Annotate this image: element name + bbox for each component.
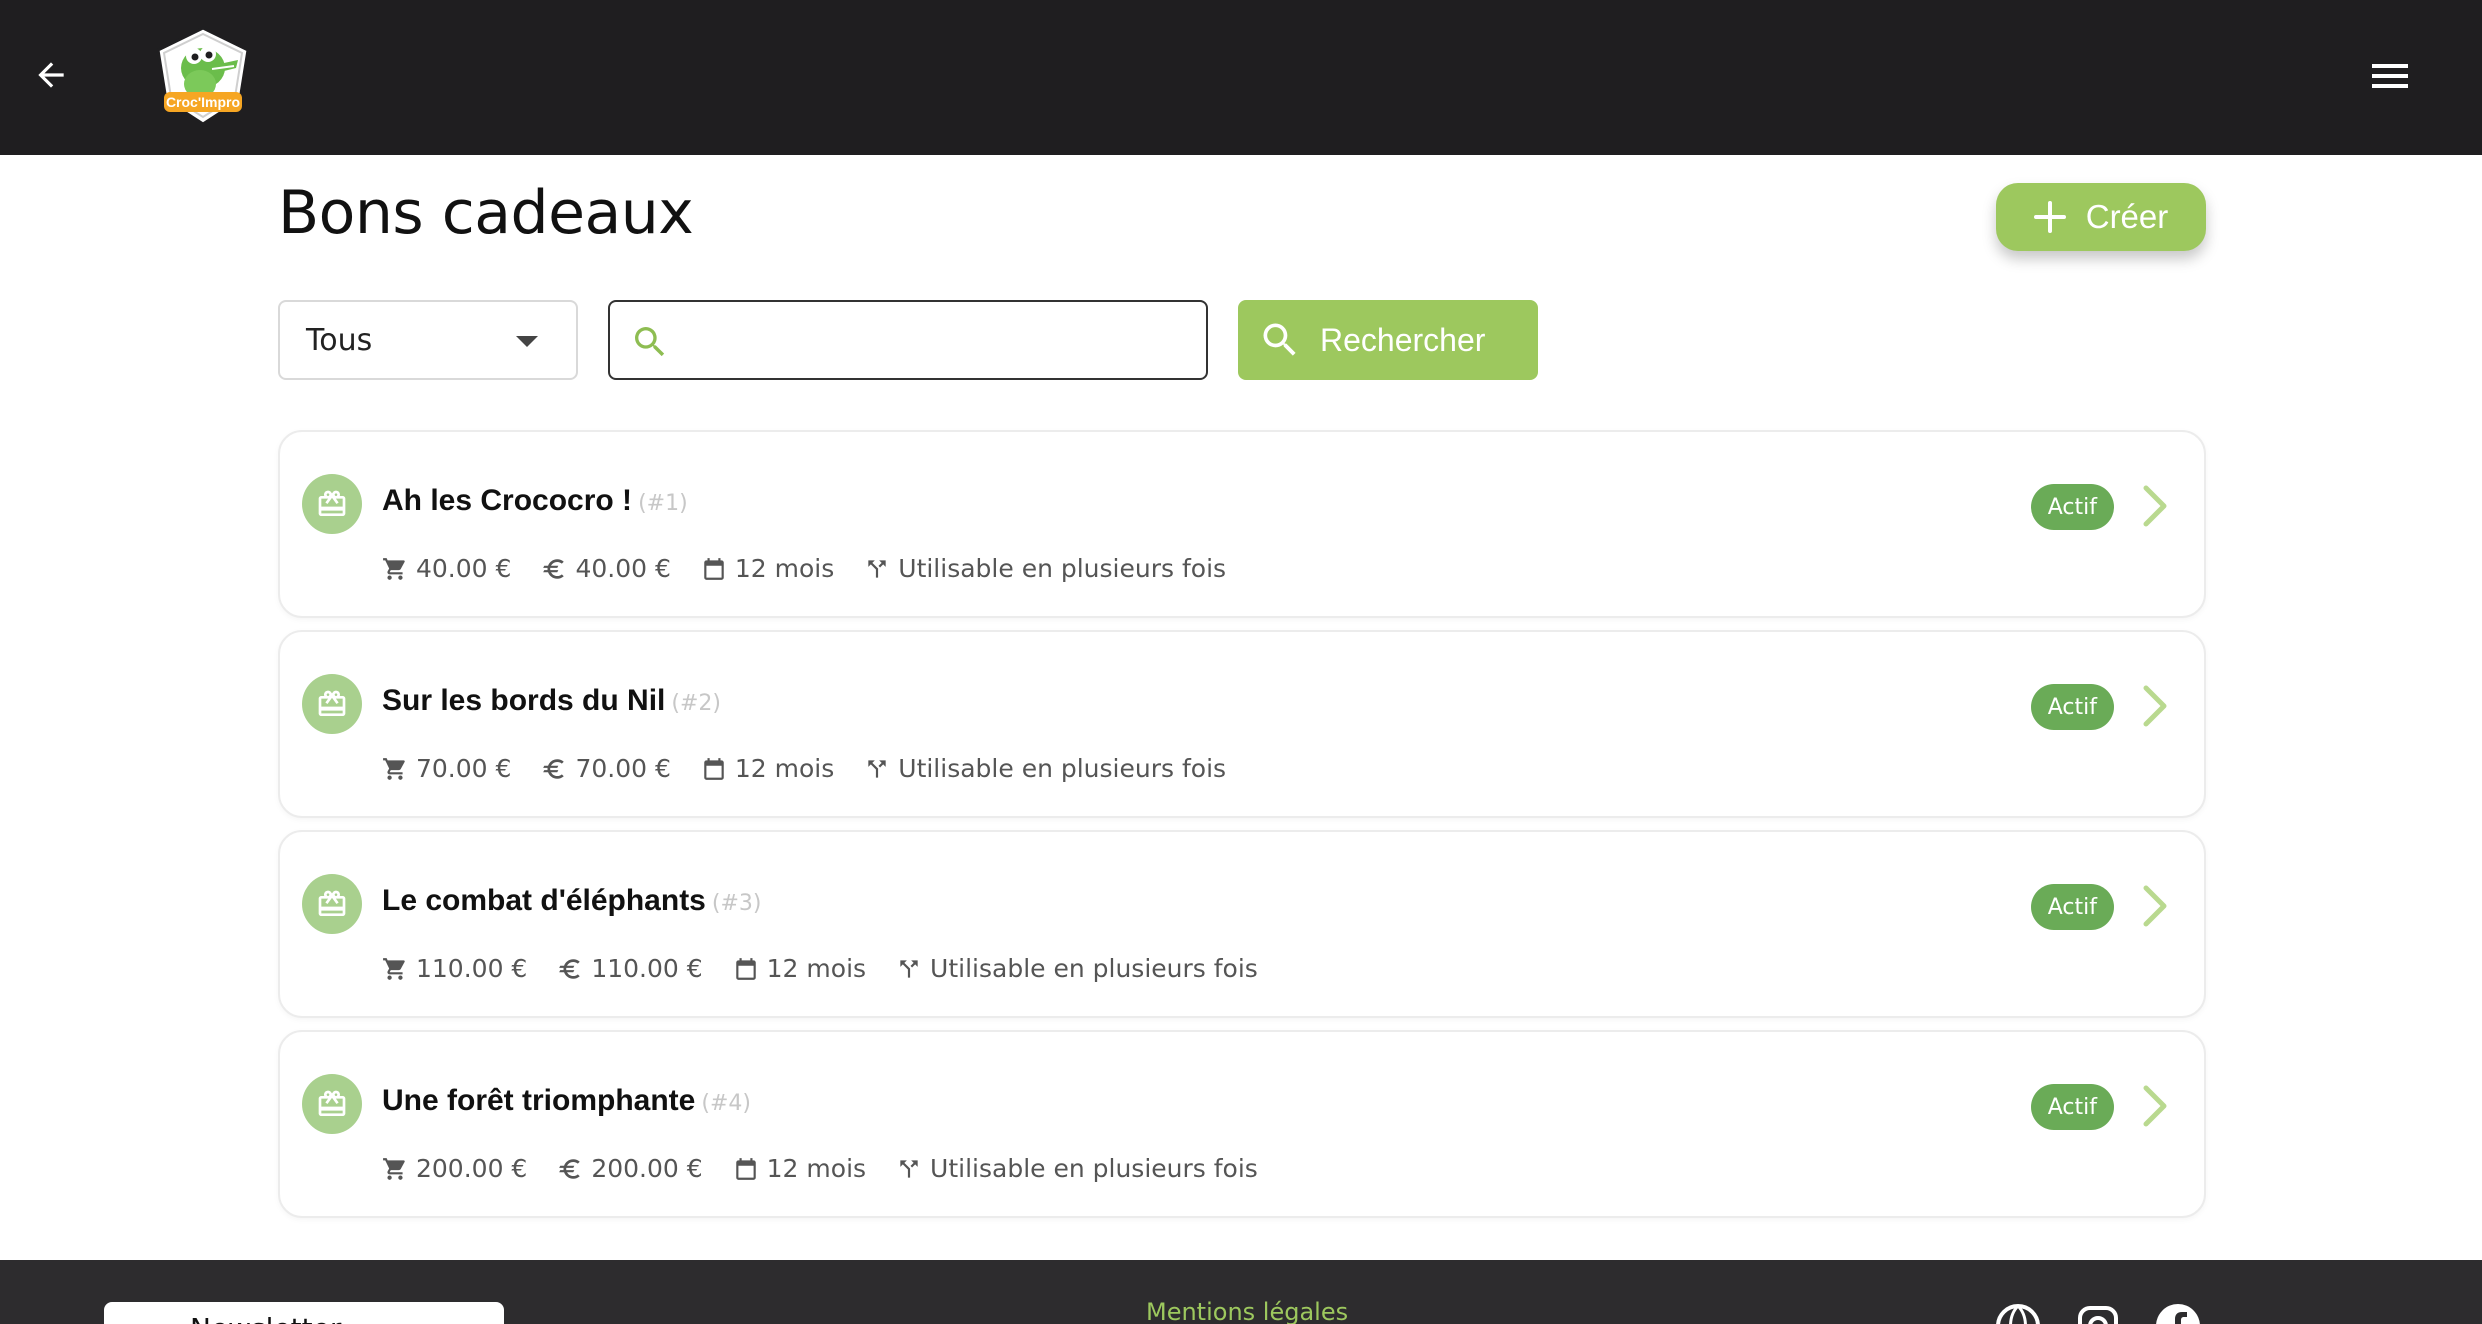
arrow-left-icon [38, 62, 64, 88]
voucher-card[interactable]: Le combat d'éléphants (#3) 110.00 € 110.… [278, 830, 2206, 1018]
calendar-icon [704, 757, 724, 780]
voucher-name: Le combat d'éléphants [382, 884, 706, 917]
euro-icon [559, 1158, 581, 1179]
euro-icon [543, 558, 565, 579]
voucher-card[interactable]: Ah les Crococro ! (#1) 40.00 € 40.00 € 1… [278, 430, 2206, 618]
fork-icon [900, 959, 918, 978]
newsletter-button[interactable]: Newsletter [104, 1302, 504, 1324]
voucher-duration: 12 mois [766, 954, 867, 983]
search-field[interactable] [608, 300, 1208, 380]
voucher-value: 40.00 € [575, 554, 671, 583]
voucher-price: 40.00 € [416, 554, 512, 583]
voucher-name: Ah les Crococro ! [382, 484, 633, 517]
create-button[interactable]: Créer [1996, 183, 2206, 251]
back-button[interactable] [28, 52, 74, 98]
chevron-right-icon[interactable] [2140, 682, 2170, 730]
gift-card-icon [302, 874, 362, 934]
cart-icon [383, 557, 405, 580]
fork-icon [900, 1159, 918, 1178]
globe-icon[interactable] [1994, 1302, 2042, 1324]
cart-icon [383, 957, 405, 980]
voucher-card[interactable]: Sur les bords du Nil (#2) 70.00 € 70.00 … [278, 630, 2206, 818]
svg-text:Croc'Impro: Croc'Impro [166, 94, 240, 110]
logo-image: Croc'Impro [156, 26, 250, 126]
euro-icon [543, 758, 565, 779]
cart-icon [383, 757, 405, 780]
fork-icon [868, 559, 886, 578]
footer: Newsletter Mentions légales [0, 1260, 2482, 1324]
chevron-right-icon[interactable] [2140, 482, 2170, 530]
voucher-usage: Utilisable en plusieurs fois [898, 754, 1227, 783]
voucher-value: 70.00 € [575, 754, 671, 783]
status-badge: Actif [2030, 484, 2114, 530]
status-filter-select[interactable]: Tous [278, 300, 578, 380]
voucher-duration: 12 mois [734, 754, 835, 783]
calendar-icon [704, 557, 724, 580]
chevron-right-icon[interactable] [2140, 882, 2170, 930]
status-filter-value: Tous [306, 322, 373, 358]
status-badge: Actif [2030, 684, 2114, 730]
voucher-price: 70.00 € [416, 754, 512, 783]
voucher-name: Une forêt triomphante [382, 1084, 696, 1117]
voucher-card[interactable]: Une forêt triomphante (#4) 200.00 € 200.… [278, 1030, 2206, 1218]
status-badge: Actif [2030, 1084, 2114, 1130]
create-button-label: Créer [2085, 198, 2169, 235]
calendar-icon [735, 1157, 756, 1180]
voucher-usage: Utilisable en plusieurs fois [898, 554, 1227, 583]
gift-card-icon [302, 474, 362, 534]
gift-card-icon [302, 674, 362, 734]
instagram-icon[interactable] [2074, 1302, 2122, 1324]
fork-icon [868, 759, 886, 778]
hamburger-menu-icon [2372, 64, 2408, 88]
croc-impro-logo[interactable]: Croc'Impro [148, 22, 258, 128]
voucher-number: (#4) [701, 1091, 751, 1116]
voucher-value: 200.00 € [591, 1154, 703, 1183]
voucher-price: 110.00 € [416, 954, 528, 983]
voucher-usage: Utilisable en plusieurs fois [930, 1154, 1258, 1183]
search-icon [1263, 323, 1296, 356]
search-button[interactable]: Rechercher [1238, 300, 1538, 380]
gift-card-icon [302, 1074, 362, 1134]
chevron-down-icon [516, 336, 538, 347]
voucher-name: Sur les bords du Nil [382, 684, 666, 717]
legal-notice-link[interactable]: Mentions légales [1146, 1298, 1348, 1324]
voucher-number: (#3) [711, 891, 762, 916]
voucher-value: 110.00 € [591, 954, 703, 983]
voucher-number: (#2) [671, 691, 721, 716]
facebook-icon[interactable] [2154, 1302, 2202, 1324]
voucher-number: (#1) [638, 491, 688, 516]
chevron-right-icon[interactable] [2140, 1082, 2170, 1130]
search-icon [635, 327, 665, 357]
voucher-duration: 12 mois [734, 554, 835, 583]
voucher-duration: 12 mois [766, 1154, 867, 1183]
search-input[interactable] [690, 312, 1190, 368]
euro-icon [559, 958, 581, 979]
cart-icon [383, 1157, 405, 1180]
calendar-icon [735, 957, 756, 980]
top-bar: Croc'Impro [0, 0, 2482, 155]
search-button-label: Rechercher [1320, 321, 1486, 358]
voucher-price: 200.00 € [416, 1154, 528, 1183]
voucher-usage: Utilisable en plusieurs fois [930, 954, 1258, 983]
page-title: Bons cadeaux [278, 178, 694, 248]
plus-icon [2033, 201, 2066, 233]
menu-button[interactable] [2368, 56, 2412, 96]
status-badge: Actif [2030, 884, 2114, 930]
